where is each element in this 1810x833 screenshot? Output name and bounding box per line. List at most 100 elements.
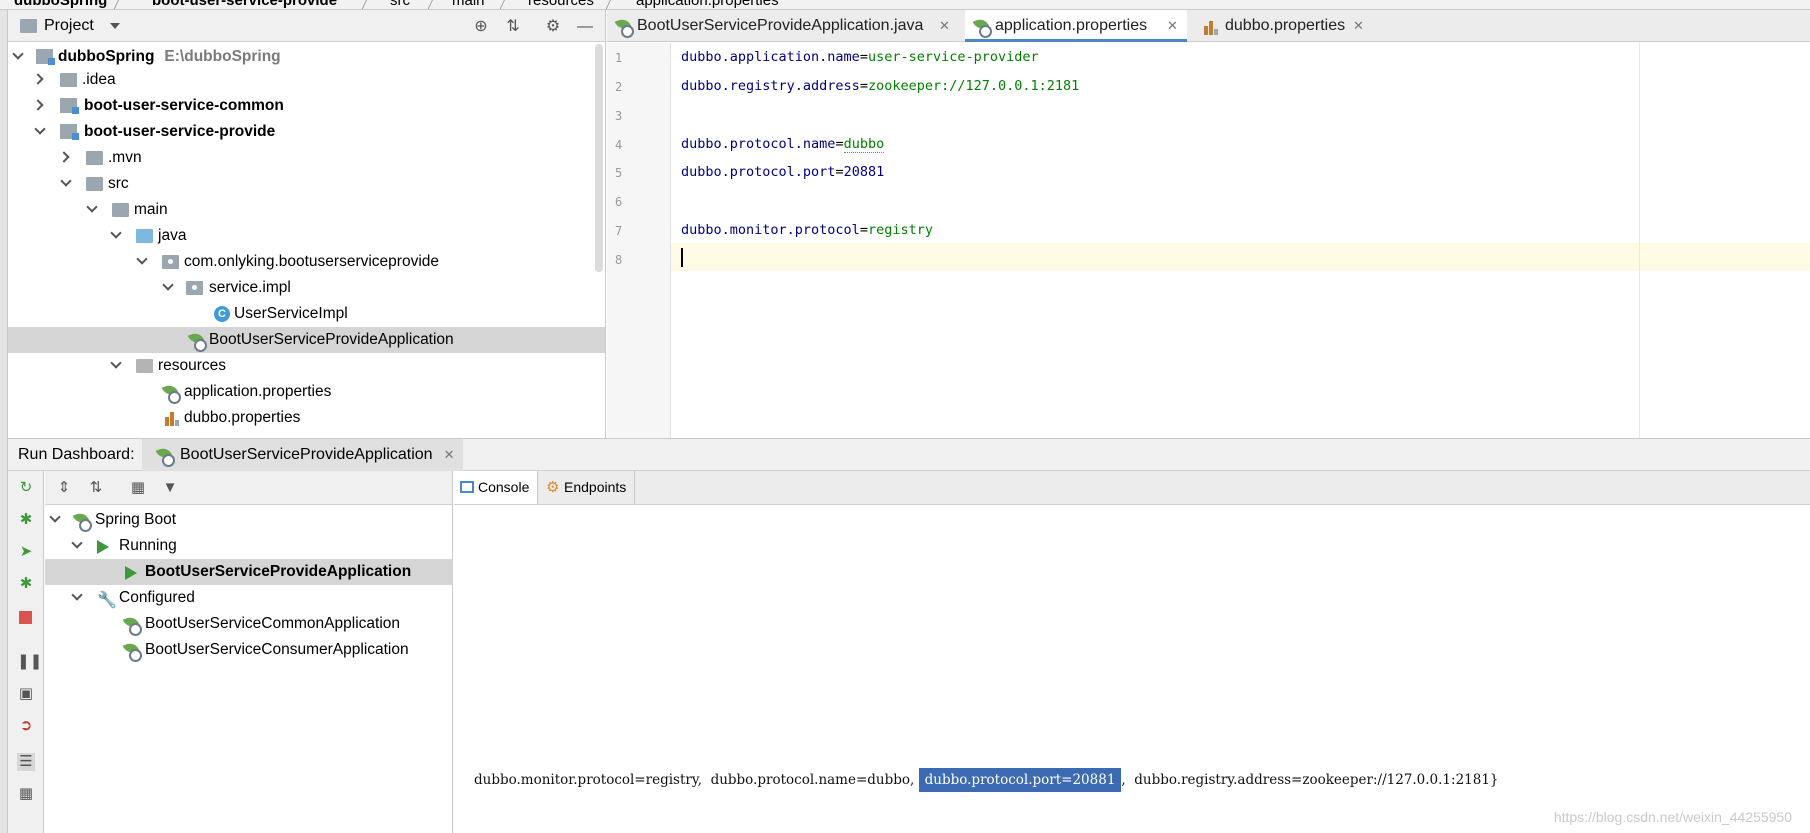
spring-boot-app-icon xyxy=(156,447,175,467)
tree-item-service-impl[interactable]: service.impl xyxy=(8,275,605,301)
property-equals: = xyxy=(835,136,844,152)
services-item-common-app[interactable]: BootUserServiceCommonApplication xyxy=(45,611,453,637)
chevron-down-icon[interactable] xyxy=(34,123,46,135)
breadcrumb-file[interactable]: application.properties xyxy=(636,0,779,9)
console-text: , dubbo.registry.address=zookeeper://127… xyxy=(1121,772,1499,788)
chevron-down-icon[interactable] xyxy=(86,201,98,213)
tree-item-application-properties[interactable]: application.properties xyxy=(8,379,605,405)
breadcrumb-module[interactable]: boot-user-service-provide xyxy=(152,0,337,9)
tree-item-src[interactable]: src xyxy=(8,171,605,197)
code-editor[interactable]: 1 2 3 4 5 6 7 8 dubbo.application.name=u… xyxy=(607,43,1810,438)
chevron-down-icon[interactable] xyxy=(49,511,61,523)
tree-item-userserviceimpl[interactable]: C UserServiceImpl xyxy=(8,301,605,327)
breadcrumb-project[interactable]: dubboSpring xyxy=(14,0,107,9)
project-folder-icon xyxy=(20,19,37,33)
spring-boot-icon xyxy=(73,512,92,532)
tree-item-idea[interactable]: .idea xyxy=(8,67,605,93)
run-dashboard-tab[interactable]: BootUserServiceProvideApplication ✕ xyxy=(142,439,463,471)
breadcrumb-src[interactable]: src xyxy=(390,0,410,9)
close-icon[interactable]: ✕ xyxy=(1353,10,1364,42)
resources-folder-icon xyxy=(136,359,153,373)
line-number: 6 xyxy=(615,195,623,209)
chevron-right-icon[interactable] xyxy=(32,73,44,85)
chevron-down-icon[interactable] xyxy=(110,23,120,29)
module-icon xyxy=(36,49,55,65)
tab-label: application.properties xyxy=(995,17,1148,34)
collapse-all-icon[interactable]: ⇅ xyxy=(87,479,105,497)
chevron-down-icon[interactable] xyxy=(12,48,24,60)
tree-view-icon[interactable]: ☰ xyxy=(17,753,35,771)
tab-label: dubbo.properties xyxy=(1225,17,1346,34)
tree-item-main[interactable]: main xyxy=(8,197,605,223)
gear-icon[interactable]: ⚙ xyxy=(544,18,562,36)
chevron-down-icon[interactable] xyxy=(71,537,83,549)
breadcrumb-separator xyxy=(352,0,370,9)
property-key: dubbo.registry.address xyxy=(681,78,860,94)
layout-icon[interactable]: ▦ xyxy=(17,785,35,803)
tree-item-common-module[interactable]: boot-user-service-common xyxy=(8,93,605,119)
tab-application-properties[interactable]: application.properties ✕ xyxy=(965,10,1187,42)
services-item-spring-boot[interactable]: Spring Boot xyxy=(45,507,453,533)
pause-icon[interactable]: ❚❚ xyxy=(17,653,42,671)
property-equals: = xyxy=(859,49,868,65)
tree-item-application-class[interactable]: BootUserServiceProvideApplication xyxy=(8,327,605,353)
chevron-down-icon[interactable] xyxy=(136,253,148,265)
services-item-running-app[interactable]: BootUserServiceProvideApplication xyxy=(45,559,453,585)
property-value: dubbo xyxy=(843,136,885,153)
tree-label: .mvn xyxy=(108,149,142,166)
chevron-down-icon[interactable] xyxy=(162,279,174,291)
chevron-down-icon[interactable] xyxy=(110,357,122,369)
tab-application-java[interactable]: BootUserServiceProvideApplication.java ✕ xyxy=(607,10,957,42)
services-item-consumer-app[interactable]: BootUserServiceConsumerApplication xyxy=(45,637,453,663)
tree-label: dubboSpring xyxy=(58,48,155,65)
package-icon xyxy=(162,255,179,269)
group-icon[interactable]: ▦ xyxy=(129,479,147,497)
close-icon[interactable]: ✕ xyxy=(1167,10,1178,42)
chevron-down-icon[interactable] xyxy=(71,589,83,601)
chevron-down-icon[interactable] xyxy=(110,227,122,239)
close-icon[interactable]: ✕ xyxy=(939,10,950,42)
console-output[interactable]: dubbo.monitor.protocol=registry, dubbo.p… xyxy=(454,505,1810,833)
running-icon xyxy=(97,540,109,554)
tab-console[interactable]: Console xyxy=(454,471,539,504)
collapse-all-icon[interactable]: ⇅ xyxy=(504,18,522,36)
tree-item-mvn[interactable]: .mvn xyxy=(8,145,605,171)
tab-dubbo-properties[interactable]: dubbo.properties ✕ xyxy=(1195,10,1371,42)
filter-icon[interactable]: ▼ xyxy=(161,479,179,497)
rerun-icon[interactable]: ↻ xyxy=(17,479,35,497)
locate-icon[interactable]: ⊕ xyxy=(472,18,490,36)
tab-label: Endpoints xyxy=(564,479,627,495)
debug-icon[interactable]: ✱ xyxy=(17,511,35,529)
expand-all-icon[interactable]: ⇕ xyxy=(55,479,73,497)
watermark: https://blog.csdn.net/weixin_44255950 xyxy=(1553,809,1792,825)
chevron-down-icon[interactable] xyxy=(60,175,72,187)
project-scrollbar[interactable] xyxy=(595,44,603,272)
camera-icon[interactable]: ▣ xyxy=(17,685,35,703)
tree-label: BootUserServiceCommonApplication xyxy=(145,615,401,632)
tree-item-provide-module[interactable]: boot-user-service-provide xyxy=(8,119,605,145)
tree-item-dubbo-properties[interactable]: dubbo.properties xyxy=(8,405,605,431)
chevron-right-icon[interactable] xyxy=(32,99,44,111)
exit-icon[interactable]: ➲ xyxy=(17,717,35,735)
services-item-configured[interactable]: 🔧 Configured xyxy=(45,585,453,611)
tab-endpoints[interactable]: ⚙ Endpoints xyxy=(540,471,636,504)
close-icon[interactable]: ✕ xyxy=(444,439,455,471)
breadcrumb-resources[interactable]: resources xyxy=(528,0,594,9)
run-toolbar: ↻ ✱ ➤ ✱ ❚❚ ▣ ➲ ☰ ▦ xyxy=(8,471,44,833)
hide-icon[interactable]: — xyxy=(576,18,594,36)
services-item-running[interactable]: Running xyxy=(45,533,453,559)
spring-boot-class-icon xyxy=(615,18,634,38)
property-value: zookeeper://127.0.0.1:2181 xyxy=(867,78,1080,94)
project-panel-title[interactable]: Project xyxy=(44,17,94,35)
tree-label: UserServiceImpl xyxy=(234,305,348,322)
tree-item-package[interactable]: com.onlyking.bootuserserviceprovide xyxy=(8,249,605,275)
chevron-right-icon[interactable] xyxy=(58,151,70,163)
breadcrumb-main[interactable]: main xyxy=(452,0,485,9)
tree-item-java[interactable]: java xyxy=(8,223,605,249)
run-icon[interactable]: ➤ xyxy=(17,543,35,561)
debug-run-icon[interactable]: ✱ xyxy=(17,575,35,593)
tree-item-resources[interactable]: resources xyxy=(8,353,605,379)
code-line: dubbo.registry.address=zookeeper://127.0… xyxy=(681,78,1079,94)
stop-icon[interactable] xyxy=(17,609,35,627)
run-dashboard-label: Run Dashboard: xyxy=(18,446,135,463)
